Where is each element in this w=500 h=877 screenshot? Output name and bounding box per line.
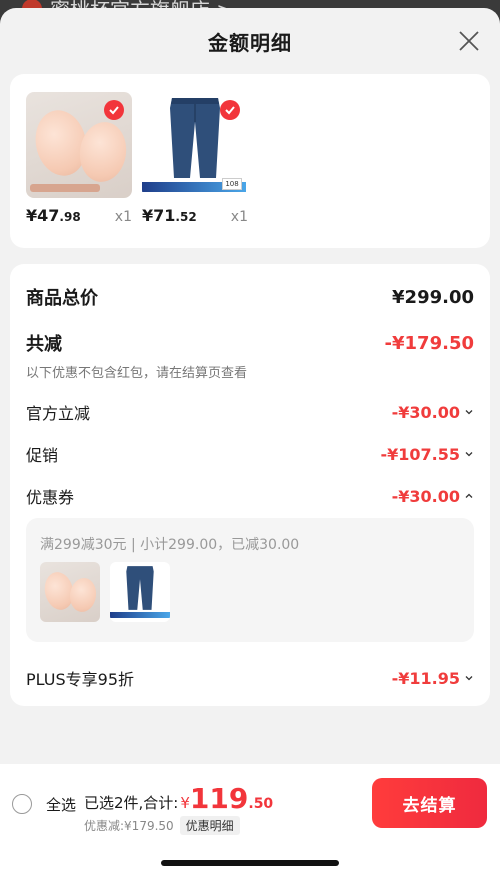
discount-detail-button[interactable]: 优惠明细: [179, 816, 240, 835]
total-amount: 119: [189, 782, 249, 815]
product-quantity: x1: [230, 209, 248, 225]
discount-row-promotion[interactable]: 促销 -¥107.55: [26, 442, 474, 466]
total-reduce-label: 共减: [26, 334, 62, 355]
total-amount-decimal: .50: [248, 796, 274, 812]
product-tag: 108: [222, 178, 242, 190]
selected-total-label: 已选2件,合计:: [84, 794, 179, 812]
select-all-label[interactable]: 全选: [46, 794, 76, 815]
home-indicator: [161, 860, 339, 866]
discount-value: -¥107.55: [380, 445, 474, 464]
product-price: ¥47.98: [26, 206, 81, 225]
selected-check-icon[interactable]: [104, 100, 124, 120]
product-item[interactable]: ¥47.98 x1: [26, 92, 132, 225]
total-reduce-value: -¥179.50: [384, 332, 474, 354]
chevron-up-icon[interactable]: [464, 491, 474, 501]
discount-row-official[interactable]: 官方立减 -¥30.00: [26, 400, 474, 424]
sheet-title: 金额明细: [208, 30, 292, 55]
discount-value: -¥30.00: [392, 403, 474, 422]
close-icon: [459, 31, 479, 51]
discount-label: 优惠券: [26, 488, 75, 507]
discount-total-text: 优惠减:¥179.50: [84, 819, 174, 833]
discount-label: 官方立减: [26, 404, 91, 423]
total-line: 已选2件,合计: ¥ 119 .50: [84, 782, 273, 815]
selected-check-icon[interactable]: [220, 100, 240, 120]
amount-detail-sheet: 金额明细 ¥47.98 x1 108 ¥71.52 x1 商品总价 ¥299.0…: [0, 8, 500, 877]
product-quantity: x1: [114, 209, 132, 225]
chevron-down-icon[interactable]: [464, 407, 474, 417]
select-all-radio[interactable]: [12, 794, 32, 814]
price-summary-card: 商品总价 ¥299.00 共减 -¥179.50 以下优惠不包含红包，请在结算页…: [10, 264, 490, 706]
plus-discount-row[interactable]: PLUS专享95折 -¥11.95: [26, 666, 474, 690]
product-image-jeans[interactable]: 108: [142, 92, 248, 198]
plus-discount-label: PLUS专享95折: [26, 670, 134, 689]
total-price-row: 商品总价 ¥299.00: [26, 284, 474, 310]
products-card: ¥47.98 x1 108 ¥71.52 x1: [10, 74, 490, 248]
currency-symbol: ¥: [180, 794, 190, 812]
checkout-bar: 全选 已选2件,合计: ¥ 119 .50 优惠减:¥179.50 优惠明细 去…: [0, 764, 500, 877]
total-price-value: ¥299.00: [392, 286, 474, 308]
plus-discount-value: -¥11.95: [392, 669, 474, 688]
checkout-button[interactable]: 去结算: [372, 778, 487, 828]
coupon-product-thumb: [40, 562, 100, 622]
total-reduce-row: 共减 -¥179.50: [26, 330, 474, 356]
coupon-rule-text: 满299减30元 | 小计299.00，已减30.00: [40, 537, 300, 553]
sheet-header: 金额明细: [0, 8, 500, 74]
product-image-chest-pads[interactable]: [26, 92, 132, 198]
total-price-label: 商品总价: [26, 288, 98, 309]
discount-summary: 优惠减:¥179.50 优惠明细: [84, 816, 240, 835]
discount-row-coupon[interactable]: 优惠券 -¥30.00: [26, 484, 474, 508]
product-price: ¥71.52: [142, 206, 197, 225]
product-item[interactable]: 108 ¥71.52 x1: [142, 92, 248, 225]
discount-note: 以下优惠不包含红包，请在结算页查看: [26, 366, 248, 381]
coupon-detail-panel: 满299减30元 | 小计299.00，已减30.00: [26, 518, 474, 642]
coupon-product-thumb: [110, 562, 170, 622]
chevron-down-icon[interactable]: [464, 673, 474, 683]
discount-label: 促销: [26, 446, 59, 465]
discount-value: -¥30.00: [392, 487, 474, 506]
chevron-down-icon[interactable]: [464, 449, 474, 459]
close-button[interactable]: [458, 30, 480, 52]
